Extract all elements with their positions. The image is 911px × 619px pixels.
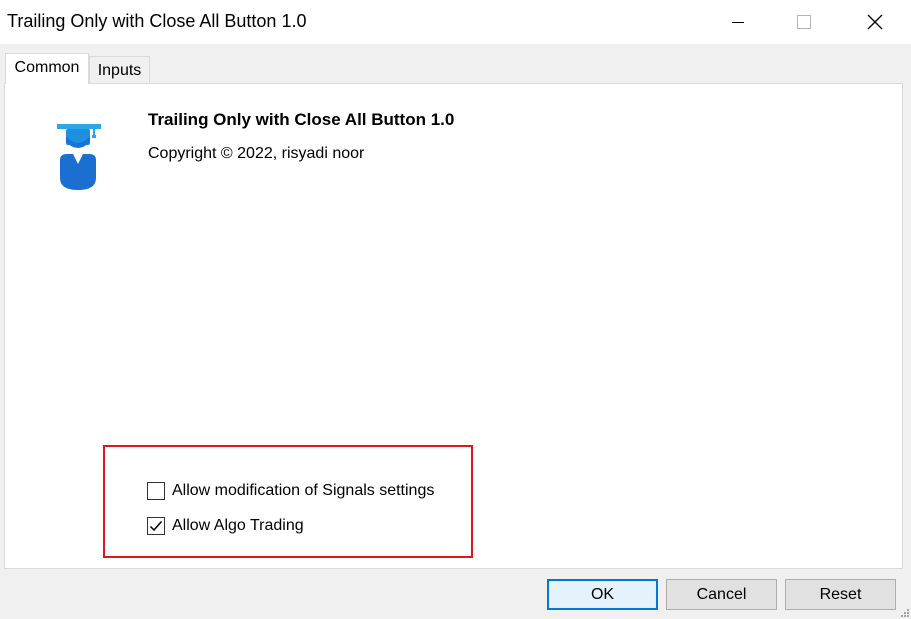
title-bar: Trailing Only with Close All Button 1.0	[0, 0, 911, 44]
tab-inputs-label: Inputs	[97, 62, 142, 79]
allow-algo-trading-option[interactable]: Allow Algo Trading	[147, 515, 304, 537]
minimize-icon	[732, 22, 744, 23]
allow-signals-modification-option[interactable]: Allow modification of Signals settings	[147, 480, 434, 502]
maximize-button[interactable]	[781, 0, 827, 44]
close-button[interactable]	[852, 0, 898, 44]
ok-button[interactable]: OK	[547, 579, 658, 610]
tab-common[interactable]: Common	[5, 53, 89, 84]
maximize-icon	[797, 15, 811, 29]
tab-common-label: Common	[14, 59, 80, 76]
close-icon	[867, 14, 883, 30]
copyright-text: Copyright © 2022, risyadi noor	[148, 145, 365, 162]
allow-algo-trading-label: Allow Algo Trading	[172, 517, 304, 534]
program-name: Trailing Only with Close All Button 1.0	[148, 110, 455, 129]
window-title: Trailing Only with Close All Button 1.0	[7, 11, 307, 31]
resize-grip-icon[interactable]	[900, 608, 910, 618]
minimize-button[interactable]	[715, 0, 761, 44]
reset-button[interactable]: Reset	[785, 579, 896, 610]
cancel-button[interactable]: Cancel	[666, 579, 777, 610]
common-tab-panel: Trailing Only with Close All Button 1.0 …	[4, 83, 903, 569]
graduate-logo-icon	[57, 124, 101, 190]
allow-signals-modification-label: Allow modification of Signals settings	[172, 482, 435, 499]
allow-algo-trading-checkbox[interactable]	[147, 517, 165, 535]
checkmark-icon	[149, 521, 163, 532]
tab-inputs[interactable]: Inputs	[89, 56, 150, 84]
allow-signals-modification-checkbox[interactable]	[147, 482, 165, 500]
tab-strip: Common Inputs	[0, 44, 911, 84]
